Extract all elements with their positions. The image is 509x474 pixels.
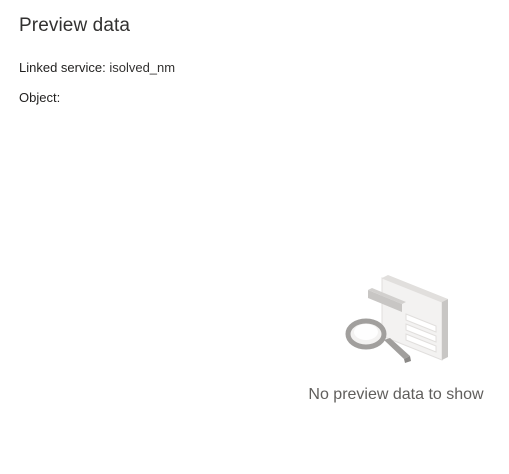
object-label: Object:: [19, 90, 61, 105]
magnifier-over-table-icon: [345, 275, 448, 363]
empty-state-message: No preview data to show: [308, 386, 484, 403]
page-title: Preview data: [19, 15, 131, 36]
empty-state: No preview data to show: [296, 272, 496, 412]
object-row: Object:: [19, 90, 60, 105]
preview-data-panel: Preview data Linked service: isolved_nm …: [0, 0, 509, 474]
linked-service-value: isolved_nm: [109, 60, 176, 75]
linked-service-label: Linked service:: [19, 60, 106, 75]
linked-service-row: Linked service: isolved_nm: [19, 60, 175, 75]
